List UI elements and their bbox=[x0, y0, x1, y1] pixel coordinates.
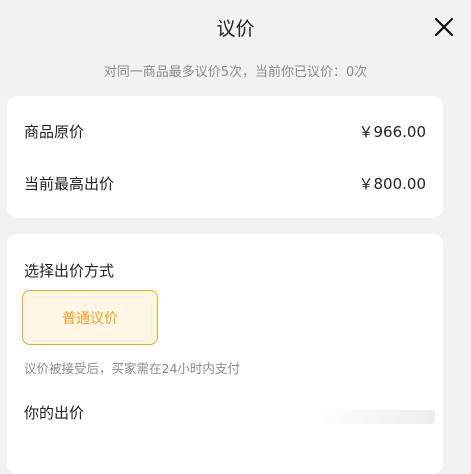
your-bid-label: 你的出价 bbox=[24, 404, 85, 422]
close-icon[interactable] bbox=[433, 16, 455, 38]
bid-method-card: 选择出价方式 普通议价 议价被接受后，买家需在24小时内支付 你的出价 bbox=[7, 234, 443, 474]
original-price-value: ￥966.00 bbox=[358, 123, 427, 141]
payment-hint: 议价被接受后，买家需在24小时内支付 bbox=[24, 361, 240, 376]
highest-bid-label: 当前最高出价 bbox=[24, 175, 115, 193]
highest-bid-value: ￥800.00 bbox=[358, 175, 427, 193]
normal-bid-option-label: 普通议价 bbox=[62, 310, 118, 327]
bid-limit-note: 对同一商品最多议价5次，当前你已议价：0次 bbox=[103, 65, 368, 80]
price-info-card: 商品原价 ￥966.00 当前最高出价 ￥800.00 bbox=[7, 96, 443, 218]
dialog-title: 议价 bbox=[216, 18, 255, 40]
bid-input[interactable] bbox=[307, 410, 435, 424]
original-price-label: 商品原价 bbox=[24, 123, 85, 141]
dialog-header: 议价 bbox=[0, 0, 471, 56]
bid-method-title: 选择出价方式 bbox=[24, 262, 115, 280]
normal-bid-option-button[interactable]: 普通议价 bbox=[22, 290, 158, 345]
